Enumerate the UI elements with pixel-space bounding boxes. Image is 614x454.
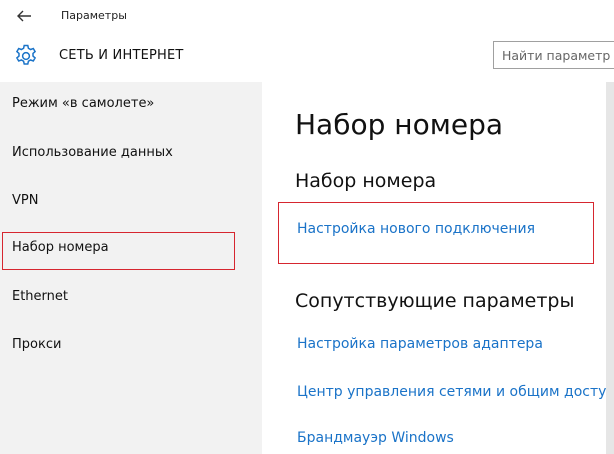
adapter-settings-link[interactable]: Настройка параметров адаптера — [297, 336, 543, 352]
sidebar: Режим «в самолете» Использование данных … — [0, 82, 262, 454]
arrow-left-icon — [17, 10, 31, 22]
search-input[interactable] — [493, 41, 614, 69]
window-title: Параметры — [61, 9, 127, 22]
highlight-box-content — [278, 202, 594, 264]
settings-window: Параметры СЕТЬ И ИНТЕРНЕТ Режим «в самол… — [0, 0, 614, 454]
gear-icon — [15, 44, 37, 65]
scroll-edge — [606, 82, 614, 454]
header: СЕТЬ И ИНТЕРНЕТ — [0, 32, 614, 82]
back-button[interactable] — [12, 5, 36, 27]
dialup-heading: Набор номера — [295, 170, 437, 192]
highlight-box-sidebar — [2, 232, 235, 270]
title-bar: Параметры — [0, 0, 614, 32]
related-settings-heading: Сопутствующие параметры — [295, 290, 575, 312]
sidebar-item-airplane-mode[interactable]: Режим «в самолете» — [12, 96, 154, 111]
page-title: Набор номера — [295, 108, 504, 141]
sidebar-item-data-usage[interactable]: Использование данных — [12, 145, 173, 160]
main-content: Набор номера Набор номера Настройка ново… — [262, 82, 614, 454]
section-title: СЕТЬ И ИНТЕРНЕТ — [59, 48, 184, 63]
sidebar-item-vpn[interactable]: VPN — [12, 193, 38, 208]
network-center-link[interactable]: Центр управления сетями и общим доступом — [297, 384, 614, 400]
sidebar-item-ethernet[interactable]: Ethernet — [12, 289, 68, 304]
sidebar-item-proxy[interactable]: Прокси — [12, 337, 61, 352]
windows-firewall-link[interactable]: Брандмауэр Windows — [297, 430, 454, 446]
